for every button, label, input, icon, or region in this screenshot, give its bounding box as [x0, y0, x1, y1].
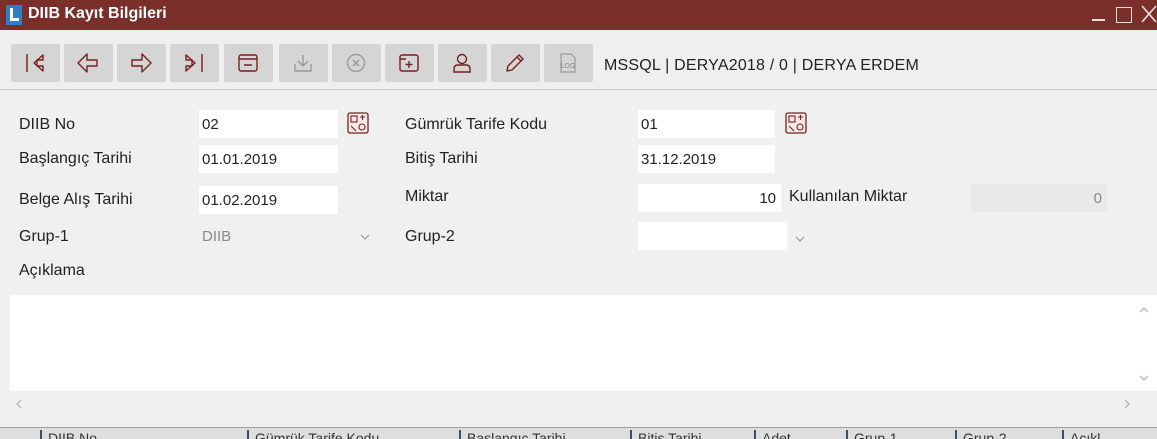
- first-record-icon: [26, 54, 44, 72]
- last-record-icon: [185, 54, 203, 72]
- grid-header: DIIB No Gümrük Tarife Kodu Başlangıç Tar…: [0, 427, 1157, 439]
- gumruk-tarife-kodu-label: Gümrük Tarife Kodu: [405, 116, 547, 133]
- delete-record-button[interactable]: [224, 44, 273, 82]
- lookup-icon: [347, 112, 369, 134]
- user-button[interactable]: [438, 44, 487, 82]
- baslangic-tarihi-label: Başlangıç Tarihi: [19, 150, 132, 167]
- previous-record-icon: [77, 53, 98, 73]
- toolbar: LOG MSSQL | DERYA2018 / 0 | DERYA ERDEM: [0, 30, 1157, 90]
- grup2-select[interactable]: [638, 222, 787, 250]
- cancel-icon: [346, 53, 366, 73]
- grid-column-header[interactable]: Bitiş Tarihi: [630, 430, 754, 439]
- gumruk-tarife-kodu-input[interactable]: 01: [638, 110, 775, 138]
- log-icon: LOG: [560, 53, 576, 73]
- next-record-icon: [131, 53, 152, 73]
- diib-no-lookup-button[interactable]: [347, 112, 369, 134]
- diib-no-label: DIIB No: [19, 116, 76, 133]
- edit-button[interactable]: [491, 44, 540, 82]
- last-record-button[interactable]: [170, 44, 219, 82]
- grid-column-header[interactable]: Başlangıç Tarihi: [459, 430, 630, 439]
- grid-column-header[interactable]: Grup-2: [955, 430, 1062, 439]
- aciklama-label: Açıklama: [19, 262, 85, 279]
- horizontal-scrollbar[interactable]: [10, 391, 1157, 417]
- scroll-left-icon[interactable]: [12, 397, 26, 411]
- belge-alis-tarihi-label: Belge Alış Tarihi: [19, 191, 133, 208]
- grid-column-header[interactable]: Açıkl: [1062, 430, 1157, 439]
- grid-column-header[interactable]: Grup-1: [846, 430, 955, 439]
- grup1-select[interactable]: DIIB: [199, 222, 374, 250]
- miktar-label: Miktar: [405, 188, 449, 205]
- save-icon: [294, 55, 312, 72]
- maximize-icon[interactable]: [1115, 4, 1133, 24]
- grup2-label: Grup-2: [405, 228, 455, 245]
- minimize-icon[interactable]: [1090, 4, 1108, 24]
- grid-column-header[interactable]: DIIB No: [40, 430, 247, 439]
- grup1-value: DIIB: [202, 228, 232, 245]
- delete-record-icon: [238, 54, 258, 72]
- vertical-scrollbar[interactable]: [1131, 295, 1157, 391]
- close-icon[interactable]: [1140, 4, 1157, 24]
- scroll-up-icon[interactable]: [1137, 303, 1151, 317]
- connection-info: MSSQL | DERYA2018 / 0 | DERYA ERDEM: [604, 57, 919, 74]
- log-label: LOG: [561, 62, 576, 70]
- app-logo-icon: [6, 5, 22, 25]
- gumruk-tarife-kodu-lookup-button[interactable]: [785, 112, 807, 134]
- scroll-down-icon[interactable]: [1137, 371, 1151, 385]
- cancel-button[interactable]: [332, 44, 381, 82]
- log-button[interactable]: LOG: [544, 44, 593, 82]
- first-record-button[interactable]: [11, 44, 60, 82]
- window-title: DIIB Kayıt Bilgileri: [28, 5, 167, 22]
- scroll-right-icon[interactable]: [1120, 397, 1134, 411]
- lookup-icon: [785, 112, 807, 134]
- new-record-button[interactable]: [385, 44, 434, 82]
- edit-icon: [506, 54, 524, 72]
- previous-record-button[interactable]: [64, 44, 113, 82]
- bitis-tarihi-label: Bitiş Tarihi: [405, 150, 478, 167]
- new-record-icon: [399, 54, 419, 72]
- grid-column-header[interactable]: [0, 430, 40, 439]
- baslangic-tarihi-input[interactable]: 01.01.2019: [199, 145, 338, 173]
- grup2-dropdown-arrow[interactable]: [792, 224, 812, 250]
- diib-no-input[interactable]: 02: [199, 110, 338, 138]
- next-record-button[interactable]: [117, 44, 166, 82]
- miktar-input[interactable]: 10: [638, 184, 781, 212]
- save-button[interactable]: [279, 44, 328, 82]
- aciklama-textarea[interactable]: [10, 295, 1157, 391]
- kullanilan-miktar-label: Kullanılan Miktar: [789, 188, 908, 205]
- user-icon: [453, 53, 471, 73]
- grid-column-header[interactable]: Gümrük Tarife Kodu: [247, 430, 459, 439]
- bitis-tarihi-input[interactable]: 31.12.2019: [638, 145, 775, 173]
- chevron-down-icon: [358, 224, 372, 244]
- belge-alis-tarihi-input[interactable]: 01.02.2019: [199, 186, 338, 214]
- chevron-down-icon: [795, 236, 805, 242]
- grup1-label: Grup-1: [19, 228, 69, 245]
- kullanilan-miktar-input: 0: [971, 184, 1107, 212]
- title-bar: DIIB Kayıt Bilgileri: [0, 0, 1157, 30]
- grid-column-header[interactable]: Adet: [754, 430, 846, 439]
